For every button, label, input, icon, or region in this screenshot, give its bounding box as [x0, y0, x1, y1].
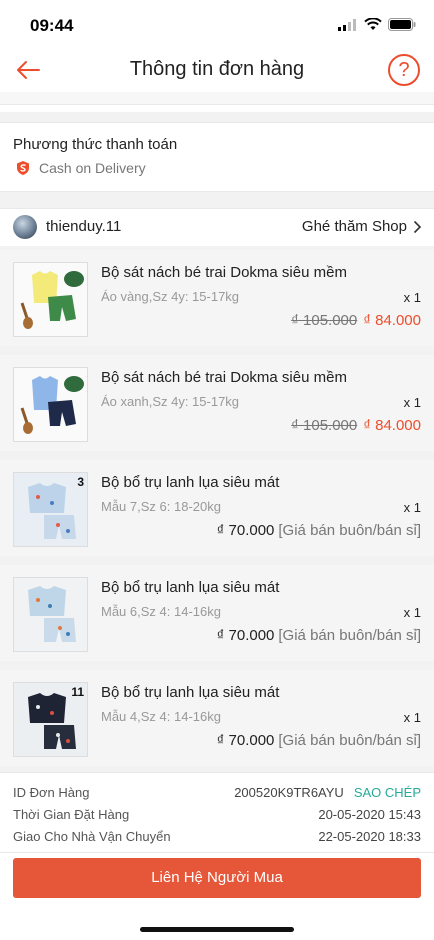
product-variant: Mẫu 6,Sz 4: 14-16kg — [101, 604, 221, 619]
copy-button[interactable]: SAO CHÉP — [354, 785, 421, 800]
order-time-row: Thời Gian Đặt Hàng 20-05-2020 15:43 — [13, 807, 421, 827]
original-price: ₫ 105.000 — [291, 312, 358, 329]
product-price: ₫ 70.000 [Giá bán buôn/bán sỉ] — [217, 627, 421, 644]
shop-avatar[interactable] — [13, 215, 37, 239]
product-item[interactable]: Bộ sát nách bé trai Dokma siêu mềm Áo và… — [0, 250, 434, 346]
sale-price: ₫ 84.000 — [363, 417, 421, 434]
product-image — [14, 368, 87, 441]
product-quantity: x 1 — [403, 500, 421, 515]
product-item[interactable]: Bộ bổ trụ lanh lụa siêu mát Mẫu 6,Sz 4: … — [0, 565, 434, 661]
nav-bar: Thông tin đơn hàng ? — [0, 50, 434, 92]
ship-time-label: Giao Cho Nhà Vận Chuyển — [13, 829, 171, 844]
order-id-label: ID Đơn Hàng — [13, 785, 90, 800]
product-unit-price: ₫ 70.000 — [216, 522, 275, 539]
order-id-value: 200520K9TR6AYU — [234, 785, 344, 800]
product-name: Bộ bổ trụ lanh lụa siêu mát — [101, 474, 280, 491]
payment-method: Cash on Delivery — [15, 160, 146, 176]
page-title: Thông tin đơn hàng — [129, 58, 305, 80]
payment-title: Phương thức thanh toán — [13, 136, 178, 153]
footer: Liên Hệ Người Mua — [0, 852, 434, 940]
help-button[interactable]: ? — [388, 54, 420, 86]
order-id-value-wrap: 200520K9TR6AYU SAO CHÉP — [234, 785, 421, 800]
payment-method-label: Cash on Delivery — [39, 160, 146, 176]
top-divider — [0, 92, 434, 104]
shop-name[interactable]: thienduy.11 — [46, 218, 121, 235]
product-thumbnail — [13, 262, 88, 337]
product-variant: Mẫu 4,Sz 4: 14-16kg — [101, 709, 221, 724]
product-name: Bộ sát nách bé trai Dokma siêu mềm — [101, 369, 347, 386]
product-unit-price: ₫ 70.000 — [216, 627, 275, 644]
status-icons — [338, 18, 416, 31]
signal-icon — [338, 18, 356, 31]
ship-time-value: 22-05-2020 18:33 — [318, 829, 421, 844]
visit-shop-link[interactable]: Ghé thăm Shop — [302, 218, 422, 235]
product-name: Bộ bổ trụ lanh lụa siêu mát — [101, 579, 280, 596]
product-item[interactable]: 11 Bộ bổ trụ lanh lụa siêu mát Mẫu 4,Sz … — [0, 670, 434, 766]
thumbnail-badge: 11 — [71, 685, 84, 699]
status-time: 09:44 — [30, 16, 74, 35]
payment-method-section: Phương thức thanh toán Cash on Delivery — [0, 122, 434, 192]
battery-icon — [388, 18, 416, 31]
product-variant: Áo vàng,Sz 4y: 15-17kg — [101, 289, 240, 304]
shopee-shield-icon — [17, 161, 29, 175]
product-quantity: x 1 — [403, 710, 421, 725]
product-name: Bộ sát nách bé trai Dokma siêu mềm — [101, 264, 347, 281]
thumbnail-badge: 3 — [77, 475, 84, 489]
original-price: ₫ 105.000 — [291, 417, 358, 434]
sale-price: ₫ 84.000 — [363, 312, 421, 329]
order-time-value: 20-05-2020 15:43 — [318, 807, 421, 822]
product-image — [14, 263, 87, 336]
product-price: ₫ 105.000 ₫ 84.000 — [291, 312, 421, 329]
product-thumbnail: 11 — [13, 682, 88, 757]
product-thumbnail — [13, 577, 88, 652]
chevron-right-icon — [413, 220, 422, 233]
wholesale-note: [Giá bán buôn/bán sỉ] — [278, 732, 421, 749]
order-time-label: Thời Gian Đặt Hàng — [13, 807, 130, 822]
home-indicator[interactable] — [140, 927, 294, 932]
contact-buyer-button[interactable]: Liên Hệ Người Mua — [13, 858, 421, 898]
ship-time-row: Giao Cho Nhà Vận Chuyển 22-05-2020 18:33 — [13, 829, 421, 849]
product-thumbnail — [13, 367, 88, 442]
product-price: ₫ 105.000 ₫ 84.000 — [291, 417, 421, 434]
order-id-row: ID Đơn Hàng 200520K9TR6AYU SAO CHÉP — [13, 785, 421, 805]
product-price: ₫ 70.000 [Giá bán buôn/bán sỉ] — [217, 732, 421, 749]
product-image — [14, 578, 87, 651]
blank-card — [0, 104, 434, 112]
visit-shop-label: Ghé thăm Shop — [301, 218, 407, 235]
product-item[interactable]: 3 Bộ bổ trụ lanh lụa siêu mát Mẫu 7,Sz 6… — [0, 460, 434, 556]
product-item[interactable]: Bộ sát nách bé trai Dokma siêu mềm Áo xa… — [0, 355, 434, 451]
status-bar: 09:44 — [0, 0, 434, 50]
product-quantity: x 1 — [403, 395, 421, 410]
product-thumbnail: 3 — [13, 472, 88, 547]
product-name: Bộ bổ trụ lanh lụa siêu mát — [101, 684, 280, 701]
shop-header: thienduy.11 Ghé thăm Shop — [0, 208, 434, 246]
product-variant: Mẫu 7,Sz 6: 18-20kg — [101, 499, 221, 514]
order-info-section: ID Đơn Hàng 200520K9TR6AYU SAO CHÉP Thời … — [0, 772, 434, 852]
product-variant: Áo xanh,Sz 4y: 15-17kg — [101, 394, 240, 409]
wholesale-note: [Giá bán buôn/bán sỉ] — [278, 522, 421, 539]
product-price: ₫ 70.000 [Giá bán buôn/bán sỉ] — [217, 522, 421, 539]
wifi-icon — [364, 18, 382, 30]
wholesale-note: [Giá bán buôn/bán sỉ] — [278, 627, 421, 644]
product-unit-price: ₫ 70.000 — [216, 732, 275, 749]
product-quantity: x 1 — [403, 605, 421, 620]
product-quantity: x 1 — [403, 290, 421, 305]
